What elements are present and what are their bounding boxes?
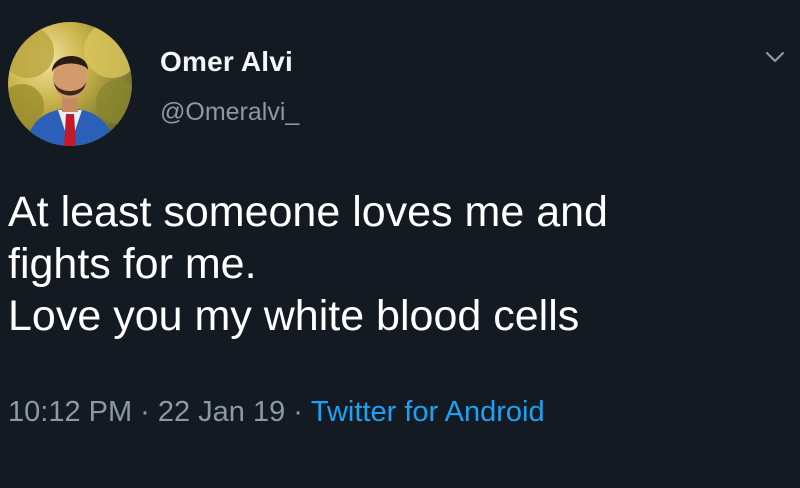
avatar-image	[8, 22, 132, 146]
tweet-date[interactable]: 22 Jan 19	[158, 396, 285, 428]
tweet-text: At least someone loves me and fights for…	[8, 186, 788, 342]
tweet-time[interactable]: 10:12 PM	[8, 396, 132, 428]
user-handle[interactable]: @Omeralvi_	[160, 98, 299, 127]
tweet-metadata: 10:12 PM · 22 Jan 19 · Twitter for Android	[8, 396, 545, 429]
tweet-line: fights for me.	[8, 240, 257, 288]
tweet-source-link[interactable]: Twitter for Android	[311, 396, 545, 428]
separator: ·	[140, 396, 150, 428]
tweet-card: Omer Alvi @Omeralvi_ At least someone lo…	[0, 0, 800, 488]
chevron-down-icon[interactable]	[762, 46, 788, 68]
separator: ·	[293, 396, 303, 428]
display-name[interactable]: Omer Alvi	[160, 46, 293, 78]
tweet-line: At least someone loves me and	[8, 188, 608, 236]
tweet-line: Love you my white blood cells	[8, 292, 580, 340]
avatar[interactable]	[8, 22, 132, 146]
